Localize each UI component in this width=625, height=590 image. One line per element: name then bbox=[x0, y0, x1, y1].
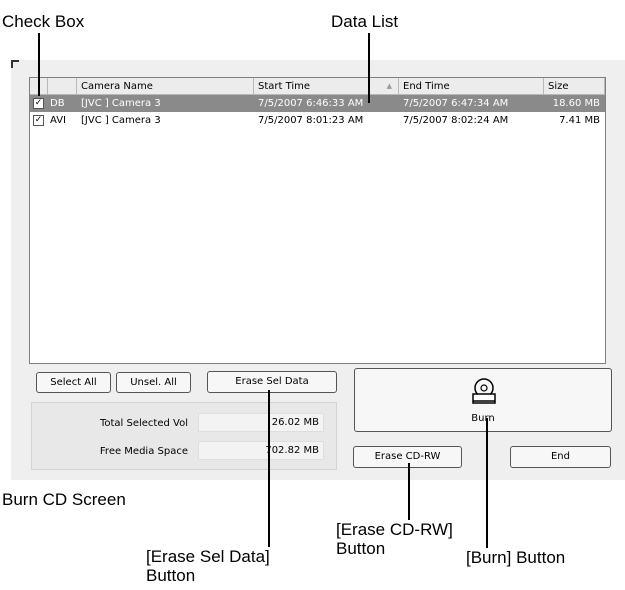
window-corner bbox=[11, 60, 19, 68]
erase-sel-data-button[interactable]: Erase Sel Data bbox=[207, 371, 337, 393]
callout-erase-sel-data: [Erase Sel Data] Button bbox=[146, 547, 270, 585]
select-all-button[interactable]: Select All bbox=[36, 372, 111, 393]
row-camera-name: [JVC ] Camera 3 bbox=[81, 98, 161, 109]
column-header-end-time-label: End Time bbox=[403, 81, 450, 92]
callout-line-check-box bbox=[38, 33, 40, 96]
callout-erase-cd-rw-line1: [Erase CD-RW] bbox=[336, 520, 453, 539]
burn-button-label: Burn bbox=[471, 413, 495, 424]
row-checkbox[interactable]: ✓ bbox=[33, 98, 44, 109]
callout-erase-cd-rw-line2: Button bbox=[336, 539, 386, 558]
column-header-size-label: Size bbox=[548, 81, 569, 92]
column-header-start-time[interactable]: Start Time ▲ bbox=[254, 78, 399, 95]
column-header-type[interactable] bbox=[48, 78, 77, 95]
row-type: DB bbox=[50, 98, 65, 109]
callout-burn-cd-screen: Burn CD Screen bbox=[2, 490, 126, 509]
row-camera-name: [JVC ] Camera 3 bbox=[81, 115, 161, 126]
data-list[interactable]: Camera Name Start Time ▲ End Time Size ✓… bbox=[29, 77, 606, 364]
row-start-time: 7/5/2007 8:01:23 AM bbox=[258, 115, 364, 126]
column-header-camera-name-label: Camera Name bbox=[81, 81, 153, 92]
free-media-space-label: Free Media Space bbox=[99, 446, 188, 457]
unsel-all-button[interactable]: Unsel. All bbox=[116, 372, 191, 393]
row-checkbox-cell[interactable]: ✓ bbox=[30, 112, 48, 129]
list-row[interactable]: ✓ AVI [JVC ] Camera 3 7/5/2007 8:01:23 A… bbox=[30, 112, 605, 129]
callout-burn: [Burn] Button bbox=[466, 548, 566, 567]
free-media-space-value: 702.82 MB bbox=[198, 441, 324, 460]
total-selected-vol-value: 26.02 MB bbox=[198, 413, 324, 432]
column-header-camera-name[interactable]: Camera Name bbox=[77, 78, 254, 95]
row-start-time: 7/5/2007 6:46:33 AM bbox=[258, 98, 364, 109]
row-size: 7.41 MB bbox=[559, 115, 600, 126]
row-checkbox-cell[interactable]: ✓ bbox=[30, 95, 48, 112]
column-header-size[interactable]: Size bbox=[544, 78, 605, 95]
sort-ascending-icon: ▲ bbox=[386, 82, 392, 90]
callout-erase-cd-rw: [Erase CD-RW] Button bbox=[336, 520, 453, 558]
cd-disc-icon bbox=[469, 377, 499, 407]
column-header-start-time-label: Start Time bbox=[258, 81, 311, 92]
burn-button[interactable]: Burn bbox=[354, 368, 612, 432]
row-end-time: 7/5/2007 6:47:34 AM bbox=[403, 98, 509, 109]
callout-line-erase-sel-data bbox=[268, 390, 270, 547]
row-checkbox[interactable]: ✓ bbox=[33, 115, 44, 126]
callout-line-data-list bbox=[368, 33, 370, 103]
callout-line-erase-cd-rw bbox=[408, 463, 410, 520]
list-row[interactable]: ✓ DB [JVC ] Camera 3 7/5/2007 6:46:33 AM… bbox=[30, 95, 605, 112]
column-header-end-time[interactable]: End Time bbox=[399, 78, 544, 95]
callout-check-box: Check Box bbox=[2, 12, 85, 31]
callout-erase-sel-data-line2: Button bbox=[146, 566, 196, 585]
callout-line-burn bbox=[486, 418, 488, 548]
row-size: 18.60 MB bbox=[552, 98, 600, 109]
callout-data-list: Data List bbox=[331, 12, 399, 31]
callout-erase-sel-data-line1: [Erase Sel Data] bbox=[146, 547, 270, 566]
end-button[interactable]: End bbox=[510, 446, 611, 468]
total-selected-vol-label: Total Selected Vol bbox=[99, 418, 188, 429]
row-type: AVI bbox=[50, 115, 66, 126]
row-end-time: 7/5/2007 8:02:24 AM bbox=[403, 115, 509, 126]
